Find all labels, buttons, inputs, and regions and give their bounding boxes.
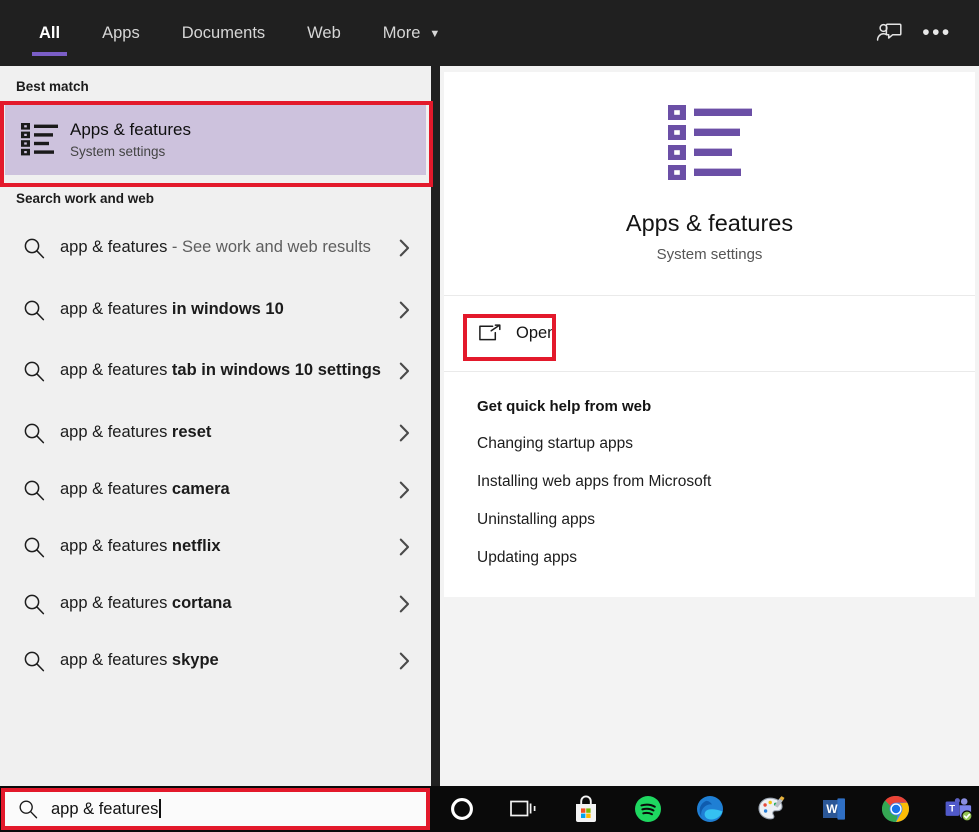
more-options-icon[interactable]: ••• (913, 9, 961, 57)
search-input-value: app & features (51, 800, 159, 818)
search-icon (16, 360, 52, 382)
quick-help-link[interactable]: Uninstalling apps (477, 511, 975, 529)
list-item[interactable]: app & features netflix (0, 518, 431, 575)
tab-apps[interactable]: Apps (81, 0, 161, 66)
list-item[interactable]: app & features tab in windows 10 setting… (0, 338, 431, 404)
list-item-label: app & features in windows 10 (60, 299, 284, 318)
tab-more[interactable]: More ▼ (362, 0, 461, 66)
tab-web-label: Web (307, 23, 341, 42)
best-match-container: Apps & features System settings (0, 103, 431, 175)
tab-all-label: All (39, 23, 61, 42)
microsoft-word-icon[interactable]: W (803, 786, 865, 832)
list-item[interactable]: app & features camera (0, 461, 431, 518)
search-input[interactable]: app & features (51, 799, 161, 819)
best-match-title: Apps & features (70, 120, 191, 140)
search-results-panel: Best match Apps & features System settin… (0, 66, 431, 786)
list-item[interactable]: app & features skype (0, 632, 431, 689)
preview-panel: Apps & features System settings Open Get… (440, 66, 979, 786)
text-cursor (159, 799, 161, 818)
list-item[interactable]: app & features reset (0, 404, 431, 461)
taskbar-pinned-apps: W T (431, 786, 979, 832)
search-web-heading: Search work and web (16, 191, 155, 206)
list-settings-icon-large (667, 104, 752, 188)
paint-icon[interactable] (741, 786, 803, 832)
tab-all[interactable]: All (18, 0, 81, 66)
list-item-label: app & features skype (60, 650, 219, 669)
task-view-icon[interactable] (493, 786, 555, 832)
list-item-label: app & features tab in windows 10 setting… (60, 361, 381, 380)
list-item-label: app & features reset (60, 422, 212, 441)
open-button[interactable]: Open (468, 314, 571, 353)
tab-more-label: More (382, 23, 421, 42)
chevron-right-icon (391, 301, 417, 319)
open-external-icon (478, 323, 502, 344)
svg-text:W: W (826, 802, 838, 816)
preview-title: Apps & features (625, 209, 794, 236)
chevron-down-icon: ▼ (429, 27, 441, 40)
chevron-right-icon (391, 652, 417, 670)
chevron-right-icon (391, 481, 417, 499)
ellipsis-label: ••• (922, 21, 952, 44)
microsoft-teams-icon[interactable]: T (927, 786, 979, 832)
tab-web[interactable]: Web (286, 0, 362, 66)
search-header: All Apps Documents Web More ▼ ••• (0, 0, 979, 66)
best-match-text: Apps & features System settings (61, 119, 191, 158)
preview-hero: Apps & features System settings (444, 72, 975, 296)
search-icon (16, 299, 52, 321)
quick-help-link[interactable]: Changing startup apps (477, 435, 975, 453)
preview-card: Apps & features System settings Open Get… (444, 72, 975, 597)
search-icon (16, 422, 52, 444)
list-item-label: app & features netflix (60, 536, 221, 555)
quick-help-link[interactable]: Installing web apps from Microsoft (477, 473, 975, 491)
svg-text:T: T (949, 804, 955, 815)
taskbar-search-box[interactable]: app & features (5, 791, 426, 827)
list-item[interactable]: app & features - See work and web result… (0, 215, 431, 281)
tab-documents[interactable]: Documents (161, 0, 286, 66)
preview-subtitle: System settings (656, 245, 763, 263)
best-match-heading: Best match (16, 79, 89, 94)
best-match-row[interactable]: Apps & features System settings (5, 103, 426, 175)
search-icon (16, 237, 52, 259)
spotify-icon[interactable] (617, 786, 679, 832)
header-actions: ••• (865, 0, 979, 66)
open-button-label: Open (516, 324, 557, 342)
chevron-right-icon (391, 595, 417, 613)
cortana-icon[interactable] (431, 786, 493, 832)
search-icon (16, 593, 52, 615)
list-item[interactable]: app & features in windows 10 (0, 281, 431, 338)
search-icon (16, 536, 52, 558)
list-item-label: app & features cortana (60, 593, 232, 612)
search-filter-tabs: All Apps Documents Web More ▼ (0, 0, 461, 66)
microsoft-store-icon[interactable] (555, 786, 617, 832)
quick-help-link[interactable]: Updating apps (477, 549, 975, 567)
search-icon (16, 650, 52, 672)
feedback-person-icon[interactable] (865, 9, 913, 57)
chevron-right-icon (391, 362, 417, 380)
chevron-right-icon (391, 424, 417, 442)
search-icon (16, 479, 52, 501)
chevron-right-icon (391, 538, 417, 556)
chevron-right-icon (391, 239, 417, 257)
best-match-subtitle: System settings (70, 143, 166, 159)
list-settings-icon (19, 122, 61, 156)
microsoft-edge-icon[interactable] (679, 786, 741, 832)
tab-documents-label: Documents (181, 23, 266, 42)
preview-actions: Open (444, 296, 975, 372)
google-chrome-icon[interactable] (865, 786, 927, 832)
tab-apps-label: Apps (102, 23, 140, 42)
list-item[interactable]: app & features cortana (0, 575, 431, 632)
list-item-label: app & features camera (60, 479, 230, 498)
active-tab-indicator (32, 52, 68, 56)
quick-help-section: Get quick help from web Changing startup… (444, 372, 975, 597)
search-icon (18, 799, 38, 819)
list-item-label: app & features - See work and web result… (60, 238, 371, 257)
quick-help-heading: Get quick help from web (477, 398, 652, 415)
